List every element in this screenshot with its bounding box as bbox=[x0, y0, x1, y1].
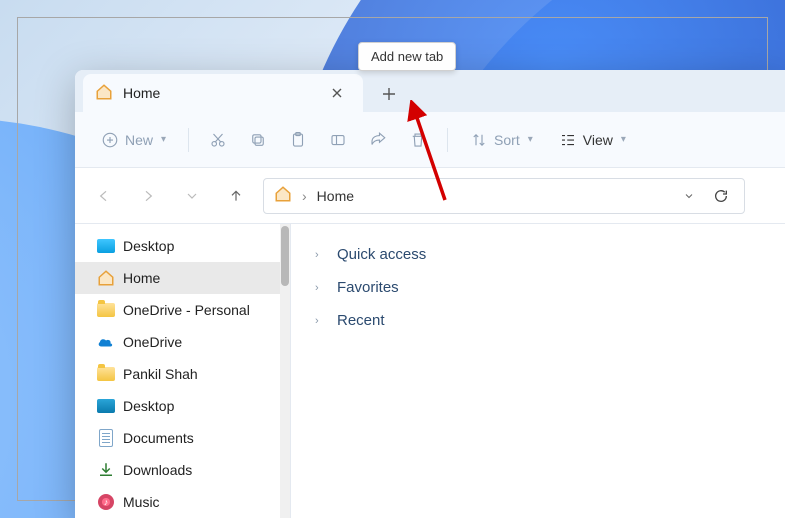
sidebar-item-label: OneDrive bbox=[123, 334, 182, 350]
sidebar-item-label: Pankil Shah bbox=[123, 366, 198, 382]
sort-button-label: Sort bbox=[494, 132, 520, 148]
sidebar-item-label: Music bbox=[123, 494, 160, 510]
navigation-row: › Home bbox=[75, 168, 785, 224]
section-label: Recent bbox=[337, 312, 385, 329]
paste-button[interactable] bbox=[281, 122, 315, 158]
sort-button[interactable]: Sort ▾ bbox=[460, 122, 543, 158]
home-icon bbox=[95, 83, 113, 104]
sidebar-item-user[interactable]: Pankil Shah bbox=[75, 358, 290, 390]
home-icon bbox=[274, 185, 292, 206]
sidebar-item-documents[interactable]: Documents bbox=[75, 422, 290, 454]
sidebar-item-label: Desktop bbox=[123, 398, 174, 414]
forward-button[interactable] bbox=[131, 179, 165, 213]
sidebar-item-downloads[interactable]: Downloads bbox=[75, 454, 290, 486]
new-button-label: New bbox=[125, 132, 153, 148]
sidebar-item-onedrive[interactable]: OneDrive bbox=[75, 326, 290, 358]
section-favorites[interactable]: › Favorites bbox=[311, 271, 765, 304]
chevron-down-icon: ▾ bbox=[621, 134, 626, 145]
sidebar-item-music[interactable]: Music bbox=[75, 486, 290, 518]
section-label: Quick access bbox=[337, 246, 426, 263]
new-button[interactable]: New ▾ bbox=[91, 122, 176, 158]
tab-bar: Home bbox=[75, 70, 785, 112]
desktop-icon bbox=[97, 237, 115, 255]
rename-button[interactable] bbox=[321, 122, 355, 158]
home-icon bbox=[97, 269, 115, 287]
refresh-button[interactable] bbox=[708, 183, 734, 209]
onedrive-icon bbox=[97, 333, 115, 351]
document-icon bbox=[97, 429, 115, 447]
explorer-body: Desktop Home OneDrive - Personal OneDriv… bbox=[75, 224, 785, 518]
file-explorer-window: Home New ▾ Sort ▾ View ▾ bbox=[75, 70, 785, 518]
section-recent[interactable]: › Recent bbox=[311, 304, 765, 337]
sidebar-item-label: Desktop bbox=[123, 238, 174, 254]
recent-locations-button[interactable] bbox=[175, 179, 209, 213]
section-quick-access[interactable]: › Quick access bbox=[311, 238, 765, 271]
sidebar-scrollbar[interactable] bbox=[280, 224, 290, 518]
share-button[interactable] bbox=[361, 122, 395, 158]
chevron-down-icon: ▾ bbox=[528, 134, 533, 145]
chevron-right-icon: › bbox=[315, 282, 327, 294]
sidebar-item-label: Downloads bbox=[123, 462, 192, 478]
chevron-right-icon: › bbox=[315, 249, 327, 261]
sidebar-item-label: OneDrive - Personal bbox=[123, 302, 250, 318]
sidebar-item-desktop[interactable]: Desktop bbox=[75, 230, 290, 262]
breadcrumb-separator: › bbox=[302, 188, 307, 204]
sidebar-item-label: Documents bbox=[123, 430, 194, 446]
sidebar-item-home[interactable]: Home bbox=[75, 262, 290, 294]
tab-home[interactable]: Home bbox=[83, 74, 363, 112]
folder-icon bbox=[97, 365, 115, 383]
up-button[interactable] bbox=[219, 179, 253, 213]
folder-icon bbox=[97, 301, 115, 319]
cut-button[interactable] bbox=[201, 122, 235, 158]
view-button[interactable]: View ▾ bbox=[549, 122, 636, 158]
section-label: Favorites bbox=[337, 279, 399, 296]
back-button[interactable] bbox=[87, 179, 121, 213]
music-icon bbox=[97, 493, 115, 511]
close-tab-button[interactable] bbox=[323, 79, 351, 107]
chevron-right-icon: › bbox=[315, 315, 327, 327]
new-tab-button[interactable] bbox=[369, 76, 409, 112]
delete-button[interactable] bbox=[401, 122, 435, 158]
sidebar-item-onedrive-personal[interactable]: OneDrive - Personal bbox=[75, 294, 290, 326]
content-pane: › Quick access › Favorites › Recent bbox=[291, 224, 785, 518]
download-icon bbox=[97, 461, 115, 479]
copy-button[interactable] bbox=[241, 122, 275, 158]
navigation-pane: Desktop Home OneDrive - Personal OneDriv… bbox=[75, 224, 291, 518]
command-toolbar: New ▾ Sort ▾ View ▾ bbox=[75, 112, 785, 168]
sidebar-item-desktop-2[interactable]: Desktop bbox=[75, 390, 290, 422]
address-dropdown-button[interactable] bbox=[676, 183, 702, 209]
address-bar[interactable]: › Home bbox=[263, 178, 745, 214]
breadcrumb-location[interactable]: Home bbox=[317, 188, 354, 204]
sidebar-item-label: Home bbox=[123, 270, 160, 286]
chevron-down-icon: ▾ bbox=[161, 134, 166, 145]
new-tab-tooltip: Add new tab bbox=[358, 42, 456, 71]
view-button-label: View bbox=[583, 132, 613, 148]
tab-title: Home bbox=[123, 85, 313, 101]
scrollbar-thumb[interactable] bbox=[281, 226, 289, 286]
desktop-icon bbox=[97, 397, 115, 415]
